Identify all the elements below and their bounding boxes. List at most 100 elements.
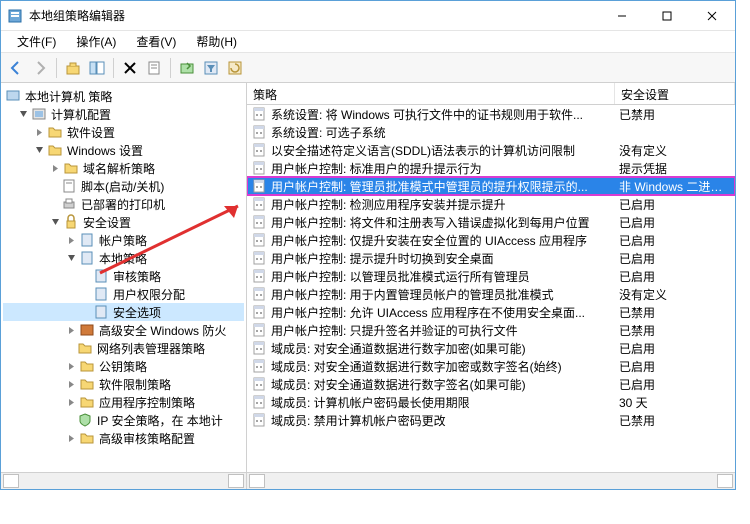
policy-setting: 已启用	[615, 214, 731, 231]
delete-button[interactable]	[119, 57, 141, 79]
tree-software-restriction[interactable]: 软件限制策略	[3, 375, 244, 393]
tree-dns-policy[interactable]: 域名解析策略	[3, 159, 244, 177]
policy-name: 用户帐户控制: 只提升签名并验证的可执行文件	[271, 322, 615, 339]
list-row[interactable]: 用户帐户控制: 管理员批准模式中管理员的提升权限提示的...非 Windows …	[247, 177, 735, 195]
policy-setting: 已禁用	[615, 304, 731, 321]
column-setting[interactable]: 安全设置	[615, 83, 735, 104]
scroll-left-icon[interactable]	[3, 474, 19, 488]
tree-label: 高级审核策略配置	[99, 430, 195, 447]
tree-root[interactable]: 本地计算机 策略	[3, 87, 244, 105]
list-row[interactable]: 域成员: 对安全通道数据进行数字加密(如果可能)已启用	[247, 339, 735, 357]
tree-windows-settings[interactable]: Windows 设置	[3, 141, 244, 159]
up-level-button[interactable]	[62, 57, 84, 79]
collapse-icon[interactable]	[17, 108, 29, 120]
list-row[interactable]: 用户帐户控制: 将文件和注册表写入错误虚拟化到每用户位置已启用	[247, 213, 735, 231]
list-row[interactable]: 用户帐户控制: 仅提升安装在安全位置的 UIAccess 应用程序已启用	[247, 231, 735, 249]
list-row[interactable]: 用户帐户控制: 允许 UIAccess 应用程序在不使用安全桌面...已禁用	[247, 303, 735, 321]
tree-local-policy[interactable]: 本地策略	[3, 249, 244, 267]
window-title: 本地组策略编辑器	[29, 7, 599, 24]
tree-pki-policy[interactable]: 公钥策略	[3, 357, 244, 375]
back-button[interactable]	[5, 57, 27, 79]
expand-icon[interactable]	[65, 234, 77, 246]
policy-setting: 已启用	[615, 196, 731, 213]
tree[interactable]: 本地计算机 策略 计算机配置 软件设置 Windows 设置	[1, 83, 246, 472]
list-row[interactable]: 用户帐户控制: 只提升签名并验证的可执行文件已禁用	[247, 321, 735, 339]
list-row[interactable]: 以安全描述符定义语言(SDDL)语法表示的计算机访问限制没有定义	[247, 141, 735, 159]
shield-icon	[77, 412, 93, 428]
menu-help[interactable]: 帮助(H)	[186, 31, 247, 52]
console-icon	[5, 88, 21, 104]
list-row[interactable]: 用户帐户控制: 以管理员批准模式运行所有管理员已启用	[247, 267, 735, 285]
list-row[interactable]: 域成员: 禁用计算机帐户密码更改已禁用	[247, 411, 735, 429]
expand-icon[interactable]	[65, 378, 77, 390]
tree-computer-config[interactable]: 计算机配置	[3, 105, 244, 123]
lock-icon	[63, 214, 79, 230]
tree-hscroll[interactable]	[1, 472, 246, 489]
tree-nlm-policy[interactable]: 网络列表管理器策略	[3, 339, 244, 357]
list-row[interactable]: 用户帐户控制: 提示提升时切换到安全桌面已启用	[247, 249, 735, 267]
policy-item-icon	[251, 286, 267, 302]
policy-name: 域成员: 禁用计算机帐户密码更改	[271, 412, 615, 429]
tree-user-rights[interactable]: 用户权限分配	[3, 285, 244, 303]
menu-view[interactable]: 查看(V)	[126, 31, 186, 52]
list-pane: 策略 安全设置 系统设置: 将 Windows 可执行文件中的证书规则用于软件.…	[247, 83, 735, 489]
scroll-right-icon[interactable]	[228, 474, 244, 488]
tree-printers[interactable]: 已部署的打印机	[3, 195, 244, 213]
expand-icon[interactable]	[49, 162, 61, 174]
policy-setting: 已启用	[615, 232, 731, 249]
tree-scripts[interactable]: 脚本(启动/关机)	[3, 177, 244, 195]
toolbar-separator	[113, 58, 114, 78]
policy-item-icon	[251, 214, 267, 230]
expand-icon[interactable]	[65, 360, 77, 372]
close-button[interactable]	[689, 1, 735, 30]
menu-file[interactable]: 文件(F)	[7, 31, 66, 52]
collapse-icon[interactable]	[49, 216, 61, 228]
policy-item-icon	[251, 394, 267, 410]
policy-name: 用户帐户控制: 允许 UIAccess 应用程序在不使用安全桌面...	[271, 304, 615, 321]
list-row[interactable]: 域成员: 计算机帐户密码最长使用期限30 天	[247, 393, 735, 411]
policy-item-icon	[251, 358, 267, 374]
list-row[interactable]: 域成员: 对安全通道数据进行数字加密或数字签名(始终)已启用	[247, 357, 735, 375]
export-button[interactable]	[176, 57, 198, 79]
list-row[interactable]: 系统设置: 可选子系统	[247, 123, 735, 141]
tree-audit-policy[interactable]: 审核策略	[3, 267, 244, 285]
policy-name: 域成员: 对安全通道数据进行数字加密或数字签名(始终)	[271, 358, 615, 375]
collapse-icon[interactable]	[65, 252, 77, 264]
firewall-icon	[79, 322, 95, 338]
tree-label: 域名解析策略	[83, 160, 155, 177]
list-body[interactable]: 系统设置: 将 Windows 可执行文件中的证书规则用于软件...已禁用系统设…	[247, 105, 735, 472]
maximize-button[interactable]	[644, 1, 689, 30]
policy-item-icon	[251, 268, 267, 284]
list-row[interactable]: 系统设置: 将 Windows 可执行文件中的证书规则用于软件...已禁用	[247, 105, 735, 123]
list-row[interactable]: 域成员: 对安全通道数据进行数字签名(如果可能)已启用	[247, 375, 735, 393]
tree-account-policy[interactable]: 帐户策略	[3, 231, 244, 249]
properties-button[interactable]	[143, 57, 165, 79]
expand-icon[interactable]	[65, 432, 77, 444]
expand-icon[interactable]	[65, 324, 77, 336]
menu-action[interactable]: 操作(A)	[66, 31, 126, 52]
filter-button[interactable]	[200, 57, 222, 79]
tree-software-settings[interactable]: 软件设置	[3, 123, 244, 141]
tree-adv-firewall[interactable]: 高级安全 Windows 防火	[3, 321, 244, 339]
scroll-left-icon[interactable]	[249, 474, 265, 488]
column-policy[interactable]: 策略	[247, 83, 615, 104]
tree-security-options[interactable]: 安全选项	[3, 303, 244, 321]
tree-app-control[interactable]: 应用程序控制策略	[3, 393, 244, 411]
collapse-icon[interactable]	[33, 144, 45, 156]
tree-adv-audit[interactable]: 高级审核策略配置	[3, 429, 244, 447]
expand-icon[interactable]	[65, 396, 77, 408]
list-hscroll[interactable]	[247, 472, 735, 489]
tree-ipsec[interactable]: IP 安全策略，在 本地计	[3, 411, 244, 429]
show-tree-button[interactable]	[86, 57, 108, 79]
scroll-right-icon[interactable]	[717, 474, 733, 488]
list-row[interactable]: 用户帐户控制: 用于内置管理员帐户的管理员批准模式没有定义	[247, 285, 735, 303]
tree-security-settings[interactable]: 安全设置	[3, 213, 244, 231]
list-row[interactable]: 用户帐户控制: 检测应用程序安装并提示提升已启用	[247, 195, 735, 213]
policy-setting: 已禁用	[615, 322, 731, 339]
forward-button[interactable]	[29, 57, 51, 79]
refresh-button[interactable]	[224, 57, 246, 79]
list-row[interactable]: 用户帐户控制: 标准用户的提升提示行为提示凭据	[247, 159, 735, 177]
toolbar-separator	[170, 58, 171, 78]
minimize-button[interactable]	[599, 1, 644, 30]
expand-icon[interactable]	[33, 126, 45, 138]
